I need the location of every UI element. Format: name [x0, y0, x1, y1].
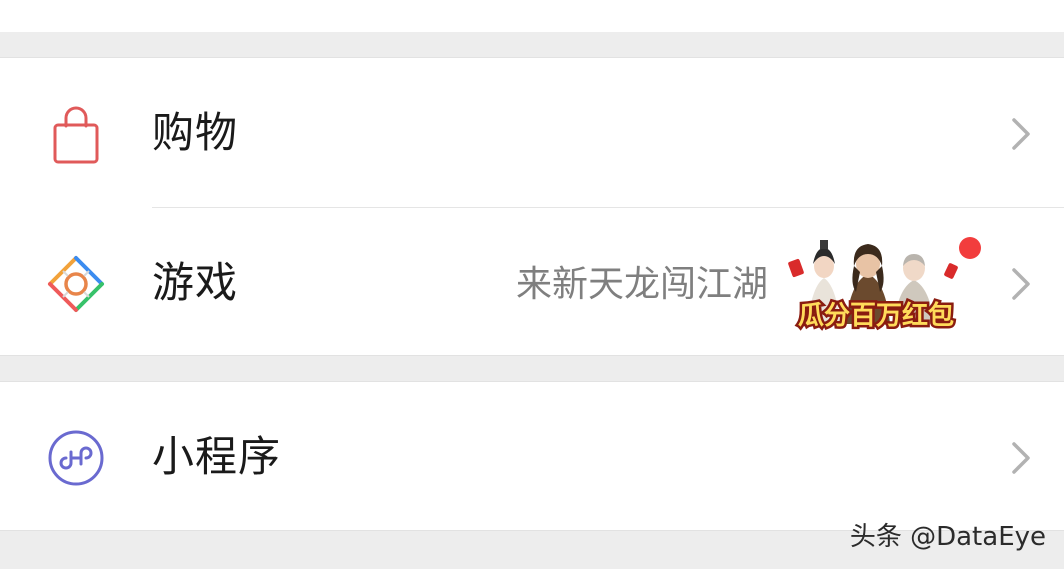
promo-banner-text: 瓜分百万红包	[798, 300, 954, 331]
mini-program-icon	[46, 428, 106, 488]
menu-card-services: 购物 游戏 来新天龙闯江湖 瓜分百万红包	[0, 57, 1064, 356]
shopping-bag-icon	[46, 104, 106, 164]
watermark: 头条 @DataEye	[849, 522, 1046, 552]
game-promo-banner[interactable]: 瓜分百万红包	[782, 226, 988, 338]
previous-card	[0, 0, 1064, 32]
chevron-right-icon	[1005, 266, 1035, 302]
menu-item-label: 小程序	[152, 432, 282, 481]
chevron-right-icon	[1005, 440, 1035, 476]
menu-item-mini-programs[interactable]: 小程序	[0, 382, 1064, 532]
game-characters-illustration: 瓜分百万红包	[788, 237, 981, 334]
discover-page: 购物 游戏 来新天龙闯江湖 瓜分百万红包 小程序 头条 @DataEye	[0, 0, 1064, 569]
menu-item-label: 购物	[152, 108, 239, 157]
menu-item-games[interactable]: 游戏 来新天龙闯江湖 瓜分百万红包	[0, 208, 1064, 358]
menu-card-mini-programs: 小程序	[0, 381, 1064, 531]
menu-item-shopping[interactable]: 购物	[0, 58, 1064, 208]
menu-item-label: 游戏	[152, 258, 239, 307]
notification-dot	[959, 237, 981, 259]
games-icon	[46, 254, 106, 314]
game-promo-subtitle: 来新天龙闯江湖	[515, 264, 768, 305]
chevron-right-icon	[1005, 116, 1035, 152]
